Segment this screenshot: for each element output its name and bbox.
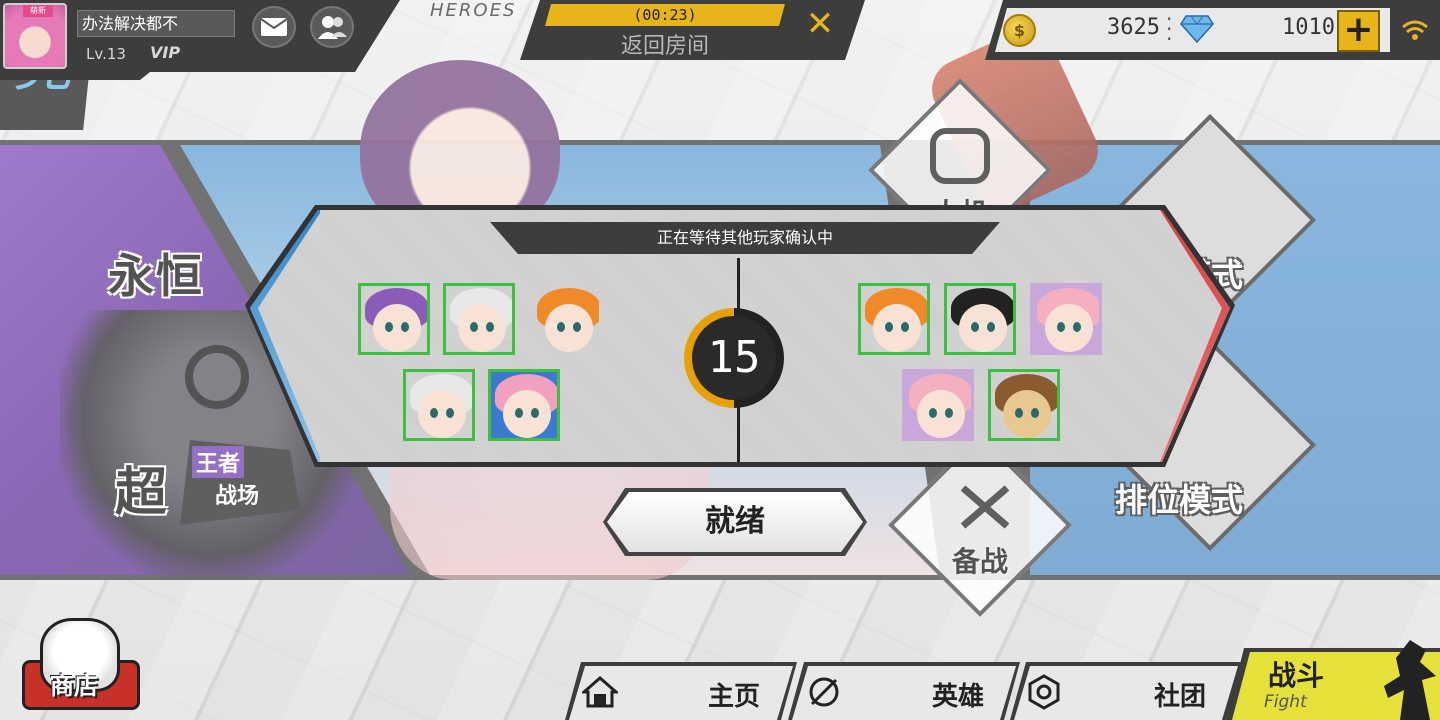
player-level: Lv.13 [86, 45, 126, 63]
team-left-hero-4 [403, 369, 475, 441]
home-icon [582, 676, 618, 708]
team-right-hero-3 [1030, 283, 1102, 355]
fighter-silhouette-icon [1384, 640, 1436, 720]
return-room-button[interactable]: 返回房间 [570, 28, 760, 59]
waiting-status: 正在等待其他玩家确认中 [490, 222, 1000, 254]
mail-button[interactable] [252, 6, 296, 48]
countdown-ring: 15 [684, 308, 784, 408]
friends-button[interactable] [310, 6, 354, 48]
team-right-hero-4 [902, 369, 974, 441]
gold-coin-icon: $ [1003, 14, 1036, 47]
club-emblem-icon [1028, 674, 1060, 710]
close-icon[interactable]: ✕ [800, 4, 840, 44]
team-left-hero-1 [358, 283, 430, 355]
vip-badge[interactable]: VIP [150, 43, 180, 62]
club-label: 社团 [1154, 682, 1207, 712]
avatar-tag: 萌新 [23, 5, 53, 17]
recharge-button[interactable]: + [1337, 10, 1380, 52]
mail-icon [260, 18, 288, 36]
team-right-hero-5 [988, 369, 1060, 441]
wifi-icon [1395, 8, 1435, 52]
hero-mask-icon [809, 677, 839, 707]
heroes-label: 英雄 [932, 682, 985, 712]
ready-button[interactable]: 就绪 [607, 492, 863, 552]
friends-icon [318, 16, 347, 39]
player-name: 办法解决都不 [77, 10, 235, 37]
fight-sublabel: Fight [1264, 692, 1307, 712]
heroes-watermark: HEROES [430, 0, 517, 21]
currency-separator: · · · [1166, 7, 1173, 51]
fight-label: 战斗 [1268, 659, 1325, 692]
diamond-icon [1180, 15, 1214, 44]
team-left-hero-3 [530, 283, 602, 355]
home-label: 主页 [708, 682, 761, 712]
team-right-hero-1 [858, 283, 930, 355]
diamond-amount: 1010 [1282, 15, 1335, 40]
shop-label: 商店 [50, 672, 98, 700]
gold-amount: 3625 [1107, 15, 1160, 40]
team-left-hero-5 [488, 369, 560, 441]
avatar[interactable]: 萌新 [3, 3, 67, 69]
team-left-hero-2 [443, 283, 515, 355]
team-right-hero-2 [944, 283, 1016, 355]
countdown-number: 15 [692, 316, 776, 400]
queue-timer: (00:23) [545, 4, 785, 26]
